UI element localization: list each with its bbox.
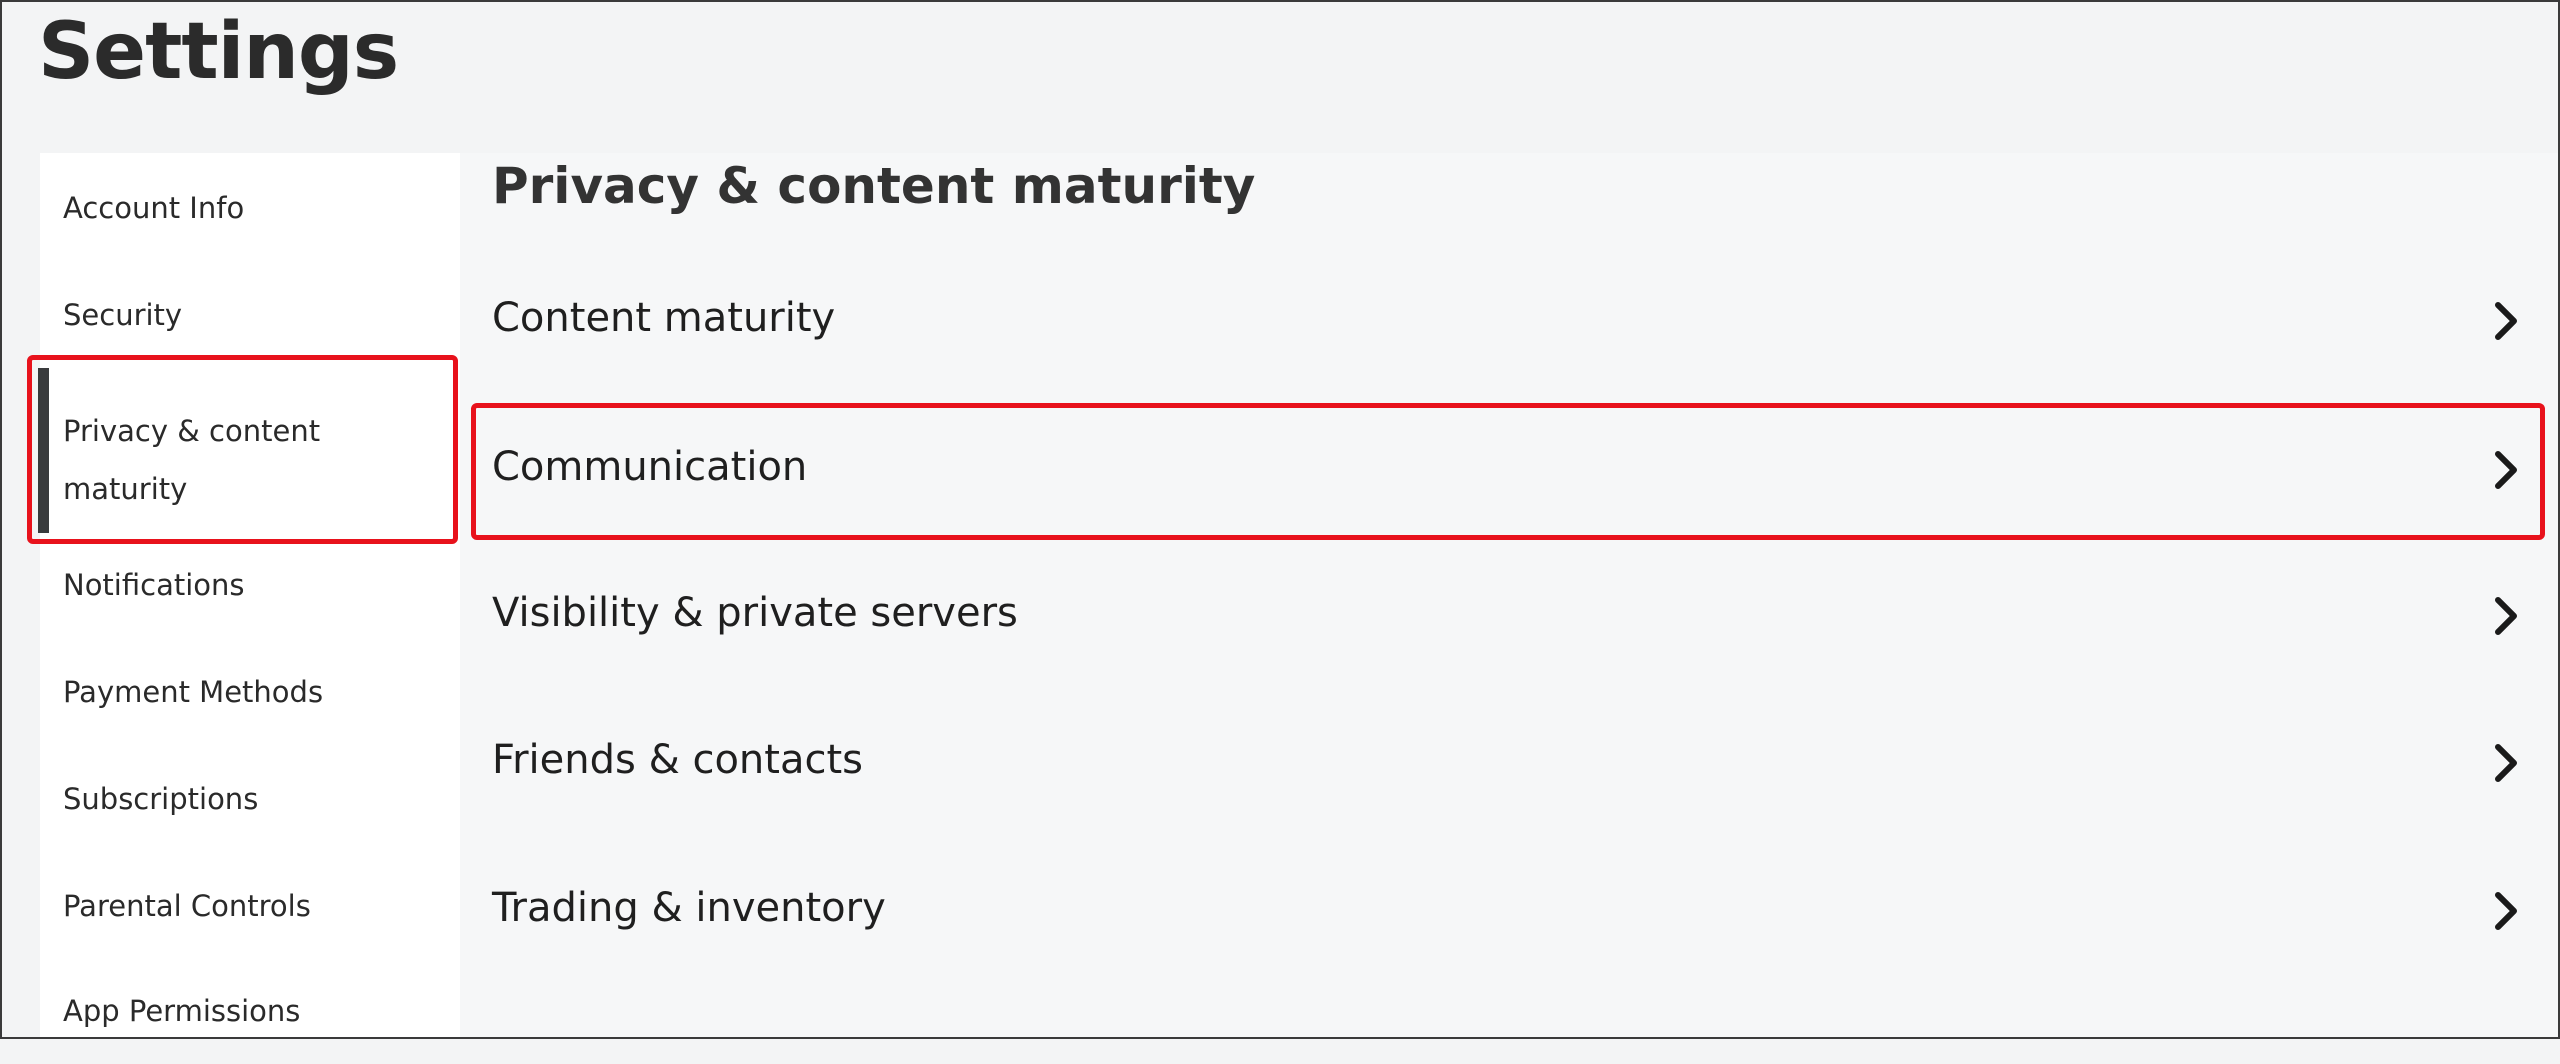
sidebar-item-label: Subscriptions xyxy=(63,782,259,816)
chevron-right-icon xyxy=(2495,302,2517,340)
sidebar-item-label: Privacy & content maturity xyxy=(63,414,321,506)
settings-sidebar: Account Info Security Privacy & content … xyxy=(38,153,460,1037)
sidebar-item-app-permissions[interactable]: App Permissions xyxy=(40,994,460,1064)
row-label: Friends & contacts xyxy=(492,737,863,783)
active-indicator xyxy=(38,368,49,533)
row-label: Visibility & private servers xyxy=(492,590,1018,636)
row-visibility-private-servers[interactable]: Visibility & private servers xyxy=(472,550,2544,684)
page-title: Settings xyxy=(38,7,399,97)
chevron-right-icon xyxy=(2495,451,2517,489)
sidebar-item-label: App Permissions xyxy=(63,994,301,1028)
row-label: Content maturity xyxy=(492,295,836,341)
sidebar-item-parental-controls[interactable]: Parental Controls xyxy=(40,889,460,959)
row-trading-inventory[interactable]: Trading & inventory xyxy=(472,845,2544,979)
row-label: Trading & inventory xyxy=(492,885,886,931)
sidebar-item-account-info[interactable]: Account Info xyxy=(40,191,460,261)
chevron-right-icon xyxy=(2495,892,2517,930)
sidebar-item-payment-methods[interactable]: Payment Methods xyxy=(40,675,460,745)
chevron-right-icon xyxy=(2495,597,2517,635)
row-friends-contacts[interactable]: Friends & contacts xyxy=(472,697,2544,831)
sidebar-item-label: Account Info xyxy=(63,191,245,225)
chevron-right-icon xyxy=(2495,744,2517,782)
sidebar-item-subscriptions[interactable]: Subscriptions xyxy=(40,782,460,852)
section-title: Privacy & content maturity xyxy=(492,157,1256,215)
row-content-maturity[interactable]: Content maturity xyxy=(472,255,2544,389)
sidebar-item-label: Notifications xyxy=(63,568,245,602)
sidebar-item-label: Parental Controls xyxy=(63,889,311,923)
sidebar-item-notifications[interactable]: Notifications xyxy=(40,568,460,638)
sidebar-item-label: Security xyxy=(63,298,183,332)
sidebar-item-privacy-content-maturity[interactable]: Privacy & content maturity xyxy=(38,357,460,545)
row-communication[interactable]: Communication xyxy=(472,404,2544,538)
row-label: Communication xyxy=(492,444,808,490)
sidebar-item-label: Payment Methods xyxy=(63,675,324,709)
